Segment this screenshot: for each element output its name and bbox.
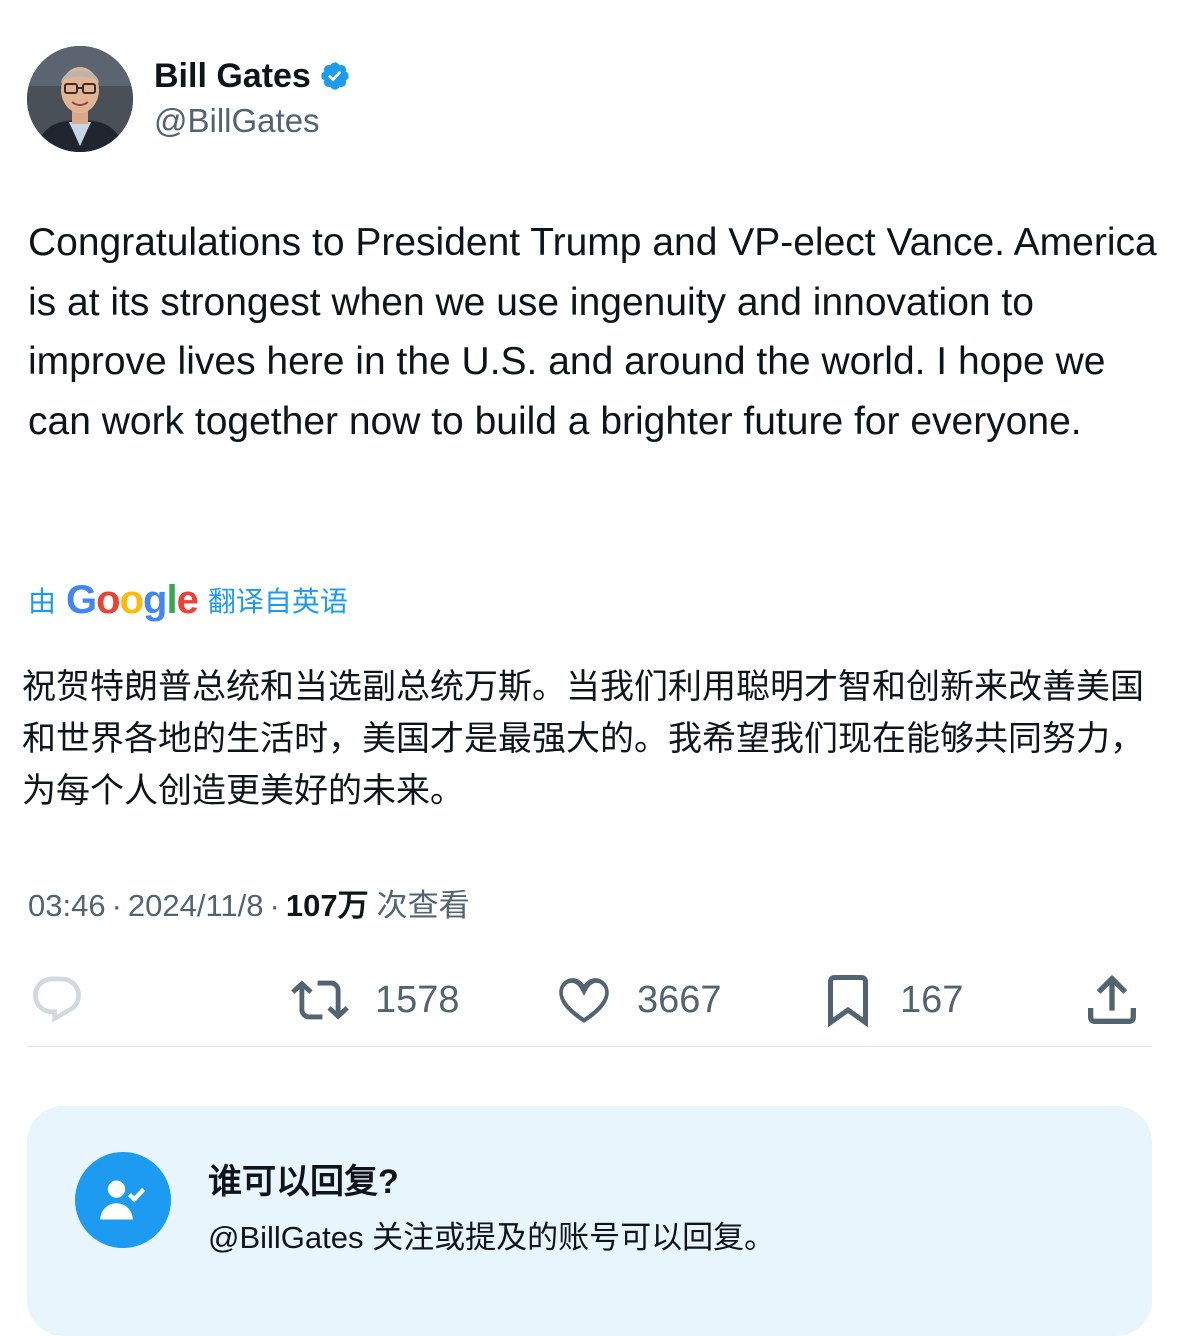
retweet-button[interactable]: 1578 [287,968,460,1032]
bookmark-icon[interactable] [818,968,878,1032]
reply-icon[interactable] [29,972,85,1028]
tweet-meta: 03:46 · 2024/11/8 · 107万 次查看 [28,884,470,928]
like-count[interactable]: 3667 [637,968,722,1032]
translated-from-label: 翻译自英语 [207,586,348,617]
meta-separator: · [111,888,122,923]
bookmark-button[interactable]: 167 [818,968,963,1032]
google-logo: Google [66,578,199,622]
views-count[interactable]: 107万 [286,884,369,928]
share-icon[interactable] [1080,968,1144,1032]
avatar[interactable] [27,46,133,152]
reply-button[interactable] [29,968,85,1032]
author-handle[interactable]: @BillGates [154,101,320,141]
like-button[interactable]: 3667 [553,968,722,1032]
reply-permission-title: 谁可以回复? [208,1163,399,1201]
tweet-date[interactable]: 2024/11/8 [128,884,264,928]
action-bar: 1578 3667 167 [0,968,1179,1032]
retweet-icon[interactable] [287,971,353,1029]
reply-permission-card: 谁可以回复? @BillGates 关注或提及的账号可以回复。 [27,1106,1152,1336]
tweet-time[interactable]: 03:46 [28,884,106,928]
meta-separator: · [269,888,280,923]
translated-text: 祝贺特朗普总统和当选副总统万斯。当我们利用聪明才智和创新来改善美国和世界各地的生… [22,668,1144,810]
heart-icon[interactable] [553,971,615,1029]
tweet-text: Congratulations to President Trump and V… [28,221,1157,443]
views-label[interactable]: 次查看 [369,884,470,928]
translation-attribution: 由 Google 翻译自英语 [28,578,348,622]
reply-permission-description: @BillGates 关注或提及的账号可以回复。 [208,1220,776,1255]
share-button[interactable] [1080,968,1144,1032]
divider [27,1046,1152,1047]
verified-badge-icon[interactable] [319,60,351,92]
user-check-icon [75,1152,171,1248]
translated-by-label: 由 [28,586,57,617]
author-name[interactable]: Bill Gates [154,56,351,96]
bookmark-count[interactable]: 167 [900,968,963,1032]
author-name-text[interactable]: Bill Gates [154,56,311,96]
retweet-count[interactable]: 1578 [375,968,460,1032]
